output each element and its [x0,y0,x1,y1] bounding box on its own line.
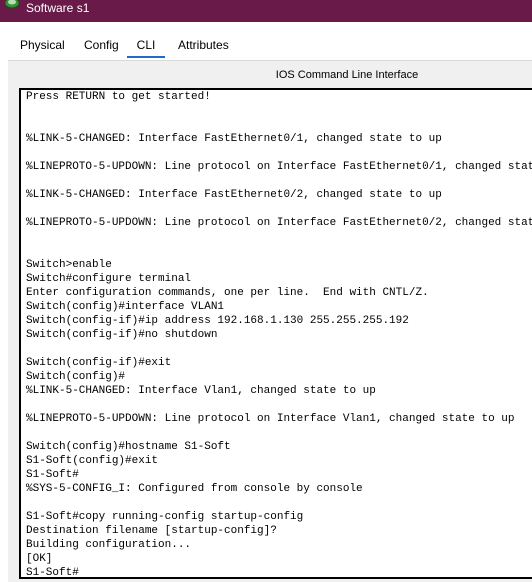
tab-bar: Physical Config CLI Attributes [8,32,532,61]
terminal-output: Press RETURN to get started! %LINK-5-CHAN… [26,90,532,579]
terminal-line: Switch(config)#interface VLAN1 [26,301,225,313]
panel-heading: IOS Command Line Interface [275,69,419,81]
terminal-line: Switch(config)# [26,371,126,383]
terminal-line: %LINK-5-CHANGED: Interface Vlan1, change… [26,385,376,397]
terminal-line: Enter configuration commands, one per li… [26,287,429,299]
terminal-line: Switch(config-if)#ip address 192.168.1.1… [26,315,409,327]
terminal-line: Destination filename [startup-config]? [26,525,277,537]
terminal-line: S1-Soft# [26,567,79,579]
terminal-line: S1-Soft#copy running-config startup-conf… [26,511,304,523]
terminal-line: %LINEPROTO-5-UPDOWN: Line protocol on In… [26,161,532,173]
tab-attributes[interactable]: Attributes [178,38,229,56]
terminal-line: %LINK-5-CHANGED: Interface FastEthernet0… [26,189,442,201]
cli-panel: IOS Command Line Interface Press RETURN … [8,61,532,582]
terminal-line: Switch>enable [26,259,112,271]
tab-physical[interactable]: Physical [20,38,65,56]
terminal-line: [OK] [26,553,53,565]
terminal-line: Switch(config-if)#exit [26,357,172,369]
terminal-line: %LINK-5-CHANGED: Interface FastEthernet0… [26,133,442,145]
window-title: Software s1 [26,1,90,15]
terminal-line: %LINEPROTO-5-UPDOWN: Line protocol on In… [26,217,532,229]
terminal-line: %LINEPROTO-5-UPDOWN: Line protocol on In… [26,413,515,425]
cli-terminal[interactable]: Press RETURN to get started! %LINK-5-CHAN… [19,88,532,579]
terminal-line: Building configuration... [26,539,192,551]
app-icon [4,0,20,10]
terminal-line: %SYS-5-CONFIG_I: Configured from console… [26,483,363,495]
title-bar: Software s1 [0,0,532,22]
terminal-line: Switch#configure terminal [26,273,192,285]
tab-cli[interactable]: CLI [127,38,165,58]
terminal-line: S1-Soft(config)#exit [26,455,159,467]
terminal-line: Switch(config-if)#no shutdown [26,329,218,341]
terminal-line: Switch(config)#hostname S1-Soft [26,441,231,453]
tab-config[interactable]: Config [84,38,119,56]
terminal-line: Press RETURN to get started! [26,91,211,103]
terminal-line: S1-Soft# [26,469,79,481]
